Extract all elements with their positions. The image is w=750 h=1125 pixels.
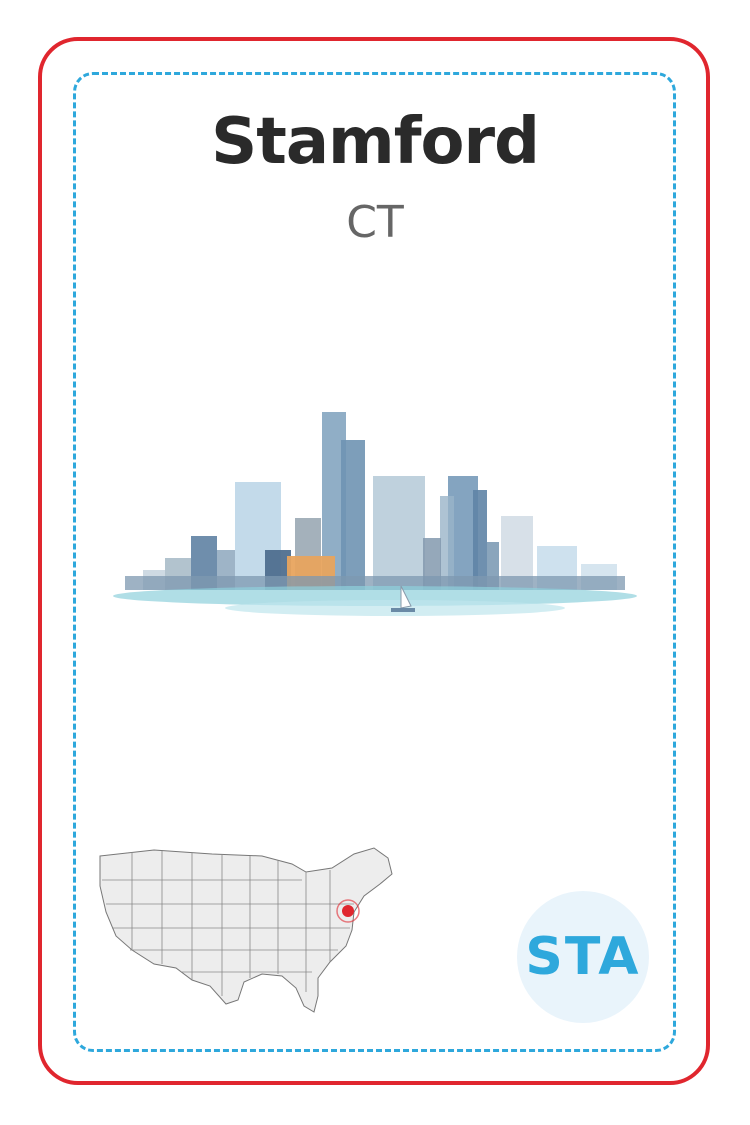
city-code-badge: STA	[517, 891, 649, 1023]
us-map	[99, 847, 393, 1013]
skyline-illustration	[113, 412, 637, 616]
city-code: STA	[525, 927, 641, 987]
state-name: CT	[346, 197, 404, 248]
city-name: Stamford	[211, 105, 540, 179]
location-pin-icon	[342, 905, 354, 917]
